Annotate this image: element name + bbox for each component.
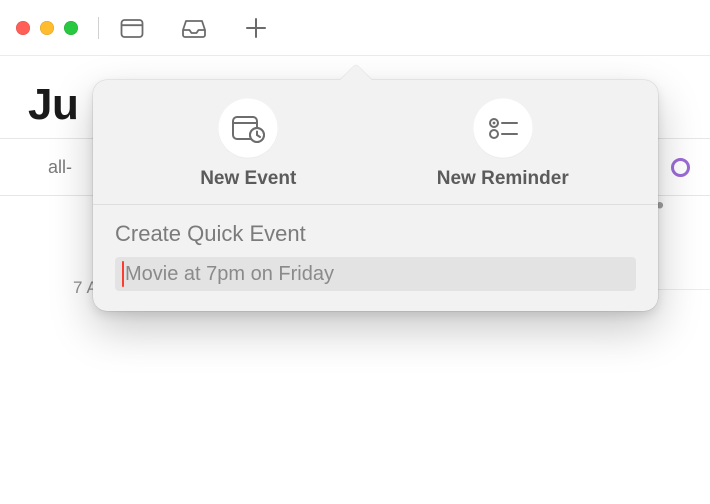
plus-icon [245, 17, 267, 39]
quick-event-heading: Create Quick Event [115, 221, 636, 247]
inbox-toolbar-button[interactable] [177, 14, 211, 42]
close-window-button[interactable] [16, 21, 30, 35]
window-controls [16, 21, 78, 35]
window-titlebar [0, 0, 710, 56]
popover-body: Create Quick Event [93, 205, 658, 291]
icon-circle [473, 98, 533, 158]
quick-event-input[interactable] [125, 263, 626, 286]
add-toolbar-button[interactable] [239, 14, 273, 42]
calendar-with-clock-icon [231, 113, 265, 143]
toolbar-divider [98, 17, 99, 39]
tab-new-reminder[interactable]: New Reminder [376, 98, 631, 190]
quick-event-popover: New Event New Reminder Create Quick Even… [93, 80, 658, 311]
zoom-window-button[interactable] [64, 21, 78, 35]
tab-label: New Reminder [437, 168, 569, 190]
reminder-list-icon [487, 115, 519, 141]
text-caret [122, 261, 124, 287]
calendars-toolbar-button[interactable] [115, 14, 149, 42]
calendar-event-ring-icon[interactable] [671, 158, 690, 177]
calendar-icon [120, 17, 144, 39]
inbox-icon [181, 18, 207, 38]
minimize-window-button[interactable] [40, 21, 54, 35]
all-day-label: all- [48, 157, 72, 178]
tab-new-event[interactable]: New Event [121, 98, 376, 190]
month-title: Ju [28, 80, 78, 129]
time-hour: 7 [73, 278, 82, 297]
icon-circle [218, 98, 278, 158]
popover-tabs: New Event New Reminder [93, 80, 658, 205]
tab-label: New Event [200, 168, 296, 190]
quick-event-input-wrap[interactable] [115, 257, 636, 291]
